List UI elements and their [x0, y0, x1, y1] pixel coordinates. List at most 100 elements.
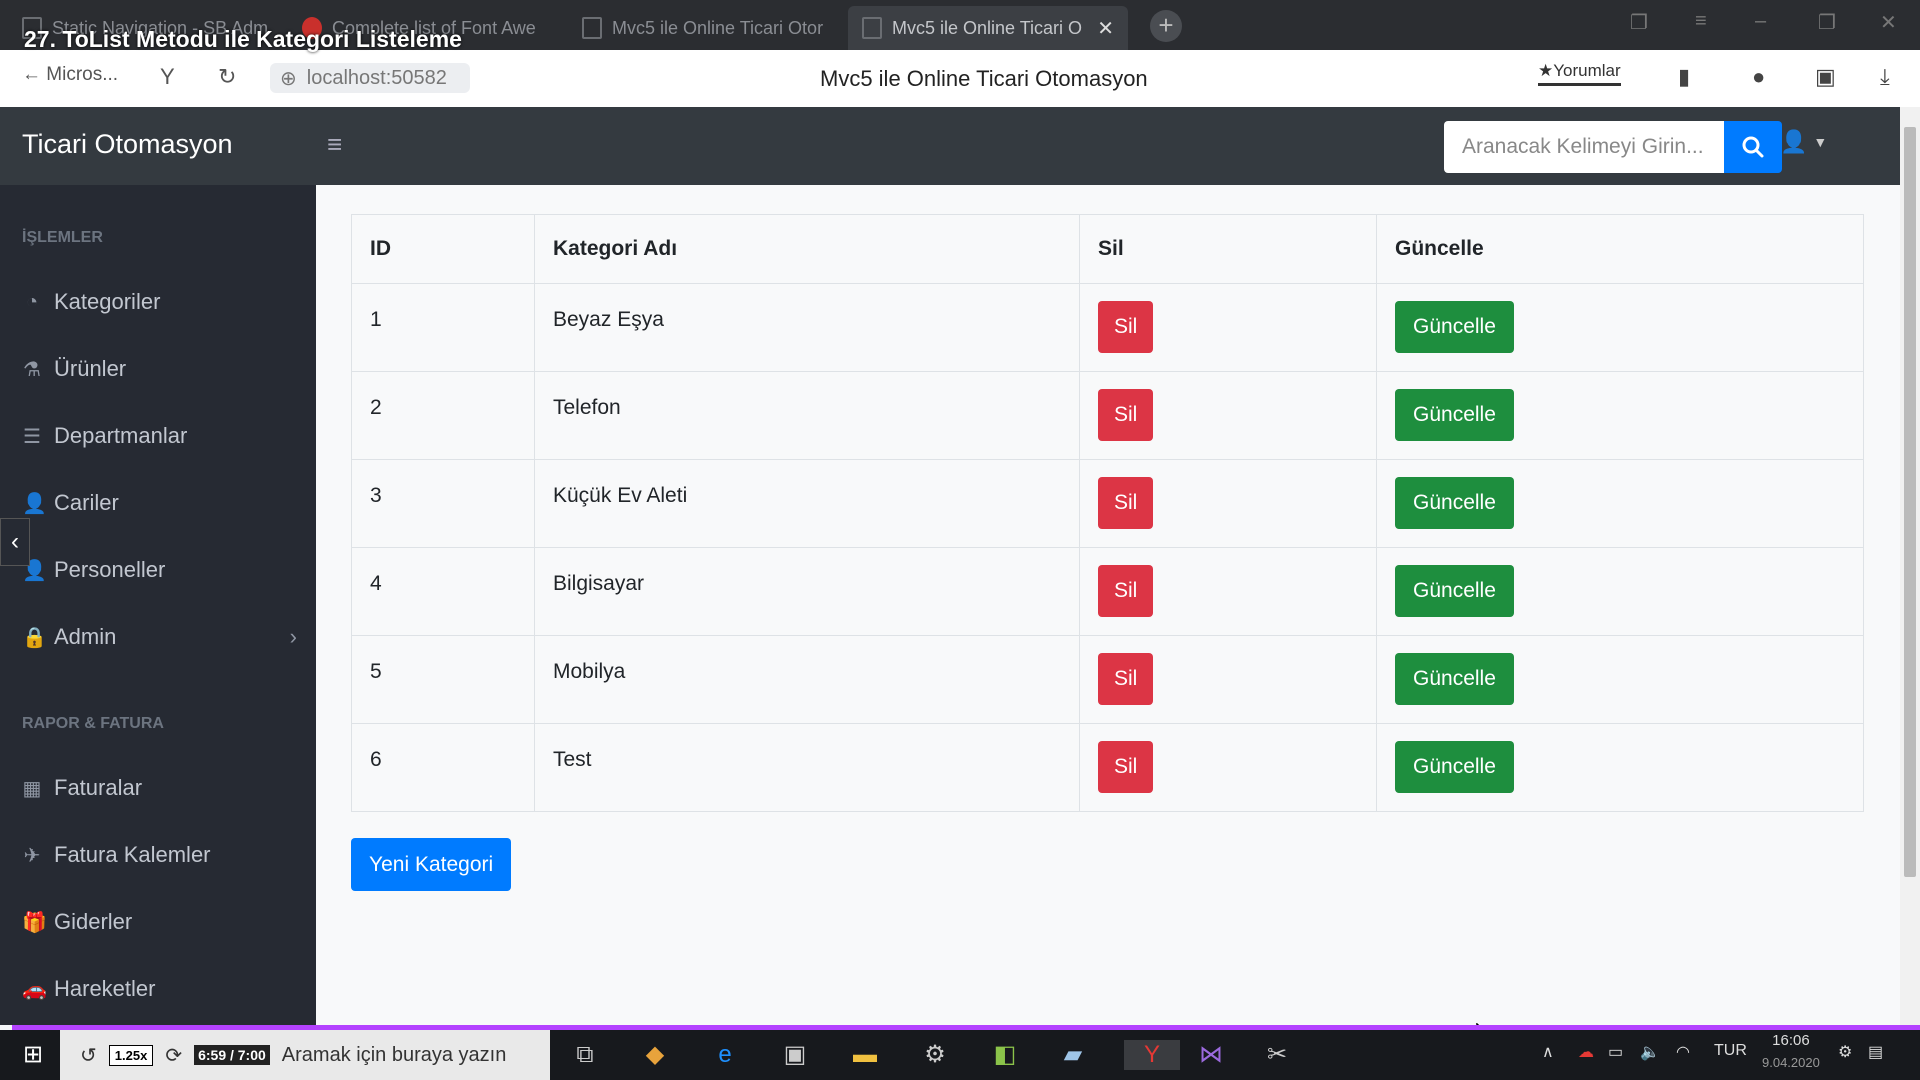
site-info-icon[interactable]: ⊕	[280, 66, 297, 91]
close-window-icon[interactable]: ✕	[1880, 10, 1897, 35]
alice-icon[interactable]: ●	[1752, 64, 1765, 90]
table-header-row: ID Kategori Adı Sil Güncelle	[351, 214, 1864, 284]
update-button[interactable]: Güncelle	[1395, 741, 1514, 793]
battery-icon[interactable]: ▭	[1608, 1042, 1623, 1062]
reviews-button[interactable]: ★Yorumlar	[1538, 61, 1621, 86]
reload-icon[interactable]: ↻	[218, 64, 236, 90]
user-icon: 👤	[22, 492, 47, 515]
start-icon[interactable]: ⊞	[18, 1040, 48, 1070]
brand-title[interactable]: Ticari Otomasyon	[22, 129, 233, 160]
column-header-id: ID	[351, 214, 535, 284]
loop-icon[interactable]: ⟳	[165, 1043, 182, 1068]
sidebar-item-admin[interactable]: 🔒 Admin ›	[22, 624, 297, 650]
sidebar-item-hareketler[interactable]: 🚗 Hareketler	[22, 976, 297, 1002]
cell-delete: Sil	[1079, 371, 1377, 460]
caret-down-icon: ▼	[1813, 134, 1828, 150]
sidebar-item-personeller[interactable]: 👤 Personeller	[22, 557, 297, 583]
list-icon: ☰	[23, 425, 41, 448]
cell-delete: Sil	[1079, 283, 1377, 372]
cloud-icon[interactable]: ☁	[1578, 1042, 1594, 1062]
menu-icon[interactable]: ≡	[1695, 10, 1707, 33]
update-button[interactable]: Güncelle	[1395, 477, 1514, 529]
delete-button[interactable]: Sil	[1098, 741, 1154, 793]
restore-icon[interactable]: ❐	[1818, 10, 1836, 35]
extensions-icon[interactable]: ▣	[1815, 64, 1836, 90]
sidebar-item-cariler[interactable]: 👤 Cariler	[22, 490, 297, 516]
cell-name: Bilgisayar	[534, 547, 1080, 636]
reviews-label: Yorumlar	[1553, 61, 1621, 80]
search-form	[1444, 121, 1782, 173]
sidebar-item-urunler[interactable]: ⚗ Ürünler	[22, 356, 297, 382]
edge-icon[interactable]: e	[710, 1040, 740, 1070]
page-scrollbar[interactable]	[1900, 107, 1920, 1025]
delete-button[interactable]: Sil	[1098, 565, 1154, 617]
cell-update: Güncelle	[1376, 459, 1864, 548]
wifi-icon[interactable]: ◠	[1676, 1042, 1690, 1062]
delete-button[interactable]: Sil	[1098, 477, 1154, 529]
tray-chevron-icon[interactable]: ∧	[1542, 1042, 1554, 1062]
previous-video-arrow[interactable]: ‹	[0, 518, 30, 566]
visual-studio-icon[interactable]: ⋈	[1196, 1040, 1226, 1070]
yandex-icon[interactable]: Y	[160, 64, 175, 90]
update-button[interactable]: Güncelle	[1395, 653, 1514, 705]
download-icon[interactable]: ⤓	[1880, 64, 1890, 90]
bookmark-icon[interactable]: ▮	[1678, 64, 1690, 90]
plane-icon: ✈	[23, 844, 41, 867]
delete-button[interactable]: Sil	[1098, 653, 1154, 705]
back-button[interactable]: ← Micros...	[22, 64, 118, 86]
taskbar-clock[interactable]: 16:06 9.04.2020	[1762, 1030, 1820, 1074]
notifications-icon[interactable]: ▤	[1868, 1042, 1883, 1062]
cell-name: Telefon	[534, 371, 1080, 460]
close-icon[interactable]: ✕	[1097, 16, 1114, 41]
cell-update: Güncelle	[1376, 547, 1864, 636]
sidebar-item-kategoriler[interactable]: ◔ Kategoriler	[22, 289, 297, 315]
bookmarks-icon[interactable]: ❐	[1630, 10, 1648, 35]
update-button[interactable]: Güncelle	[1395, 301, 1514, 353]
update-button[interactable]: Güncelle	[1395, 389, 1514, 441]
notes-icon[interactable]: ▰	[1058, 1040, 1088, 1070]
volume-icon[interactable]: 🔈	[1640, 1042, 1660, 1062]
sidebar-item-giderler[interactable]: 🎁 Giderler	[22, 909, 297, 935]
car-icon: 🚗	[22, 978, 47, 1001]
cell-name: Mobilya	[534, 635, 1080, 724]
cell-id: 3	[351, 459, 535, 548]
sidebar-item-fatura-kalemler[interactable]: ✈ Fatura Kalemler	[22, 842, 297, 868]
cell-name: Test	[534, 723, 1080, 812]
playback-speed[interactable]: 1.25x	[108, 1044, 154, 1066]
settings-icon[interactable]: ⚙	[920, 1040, 950, 1070]
store-icon[interactable]: ▣	[780, 1040, 810, 1070]
replay-icon[interactable]: ↺	[80, 1043, 97, 1068]
sidebar: İŞLEMLER ◔ Kategoriler ⚗ Ürünler ☰ Depar…	[0, 185, 316, 1025]
new-tab-button[interactable]: +	[1150, 10, 1182, 42]
delete-button[interactable]: Sil	[1098, 389, 1154, 441]
yandex-browser-icon[interactable]: Y	[1124, 1040, 1180, 1070]
url-field[interactable]: ⊕ localhost:50582	[270, 63, 470, 93]
app-icon[interactable]: ◧	[990, 1040, 1020, 1070]
taskbar-search[interactable]: ↺ 1.25x ⟳ 6:59 / 7:00 Aramak için buraya…	[60, 1030, 550, 1080]
task-view-icon[interactable]: ⧉	[570, 1040, 600, 1070]
tools-icon[interactable]: ✂	[1262, 1040, 1292, 1070]
main-content: ID Kategori Adı Sil Güncelle 1 Beyaz Eşy…	[316, 185, 1900, 1052]
delete-button[interactable]: Sil	[1098, 301, 1154, 353]
search-input[interactable]	[1444, 121, 1724, 173]
app-icon[interactable]: ◆	[640, 1040, 670, 1070]
file-explorer-icon[interactable]: ▬	[850, 1040, 880, 1070]
update-button[interactable]: Güncelle	[1395, 565, 1514, 617]
language-indicator[interactable]: TUR	[1714, 1042, 1747, 1060]
cell-delete: Sil	[1079, 547, 1377, 636]
lock-icon: 🔒	[22, 626, 47, 649]
sidebar-item-faturalar[interactable]: ▦ Faturalar	[22, 775, 297, 801]
table-row: 4 Bilgisayar Sil Güncelle	[351, 547, 1864, 636]
browser-tab[interactable]: Mvc5 ile Online Ticari Otor	[568, 6, 846, 50]
sidebar-item-label: Admin	[54, 624, 117, 649]
settings-icon[interactable]: ⚙	[1838, 1042, 1852, 1062]
scrollbar-thumb[interactable]	[1904, 127, 1916, 877]
sidebar-item-departmanlar[interactable]: ☰ Departmanlar	[22, 423, 297, 449]
sidebar-toggle-icon[interactable]: ≡	[327, 129, 342, 160]
new-category-button[interactable]: Yeni Kategori	[351, 838, 512, 891]
sidebar-heading: İŞLEMLER	[22, 229, 103, 246]
minimize-icon[interactable]: –	[1755, 10, 1766, 33]
search-button[interactable]	[1724, 121, 1782, 173]
browser-tab-active[interactable]: Mvc5 ile Online Ticari O ✕	[848, 6, 1128, 50]
user-menu[interactable]: 👤 ▼	[1780, 129, 1827, 155]
